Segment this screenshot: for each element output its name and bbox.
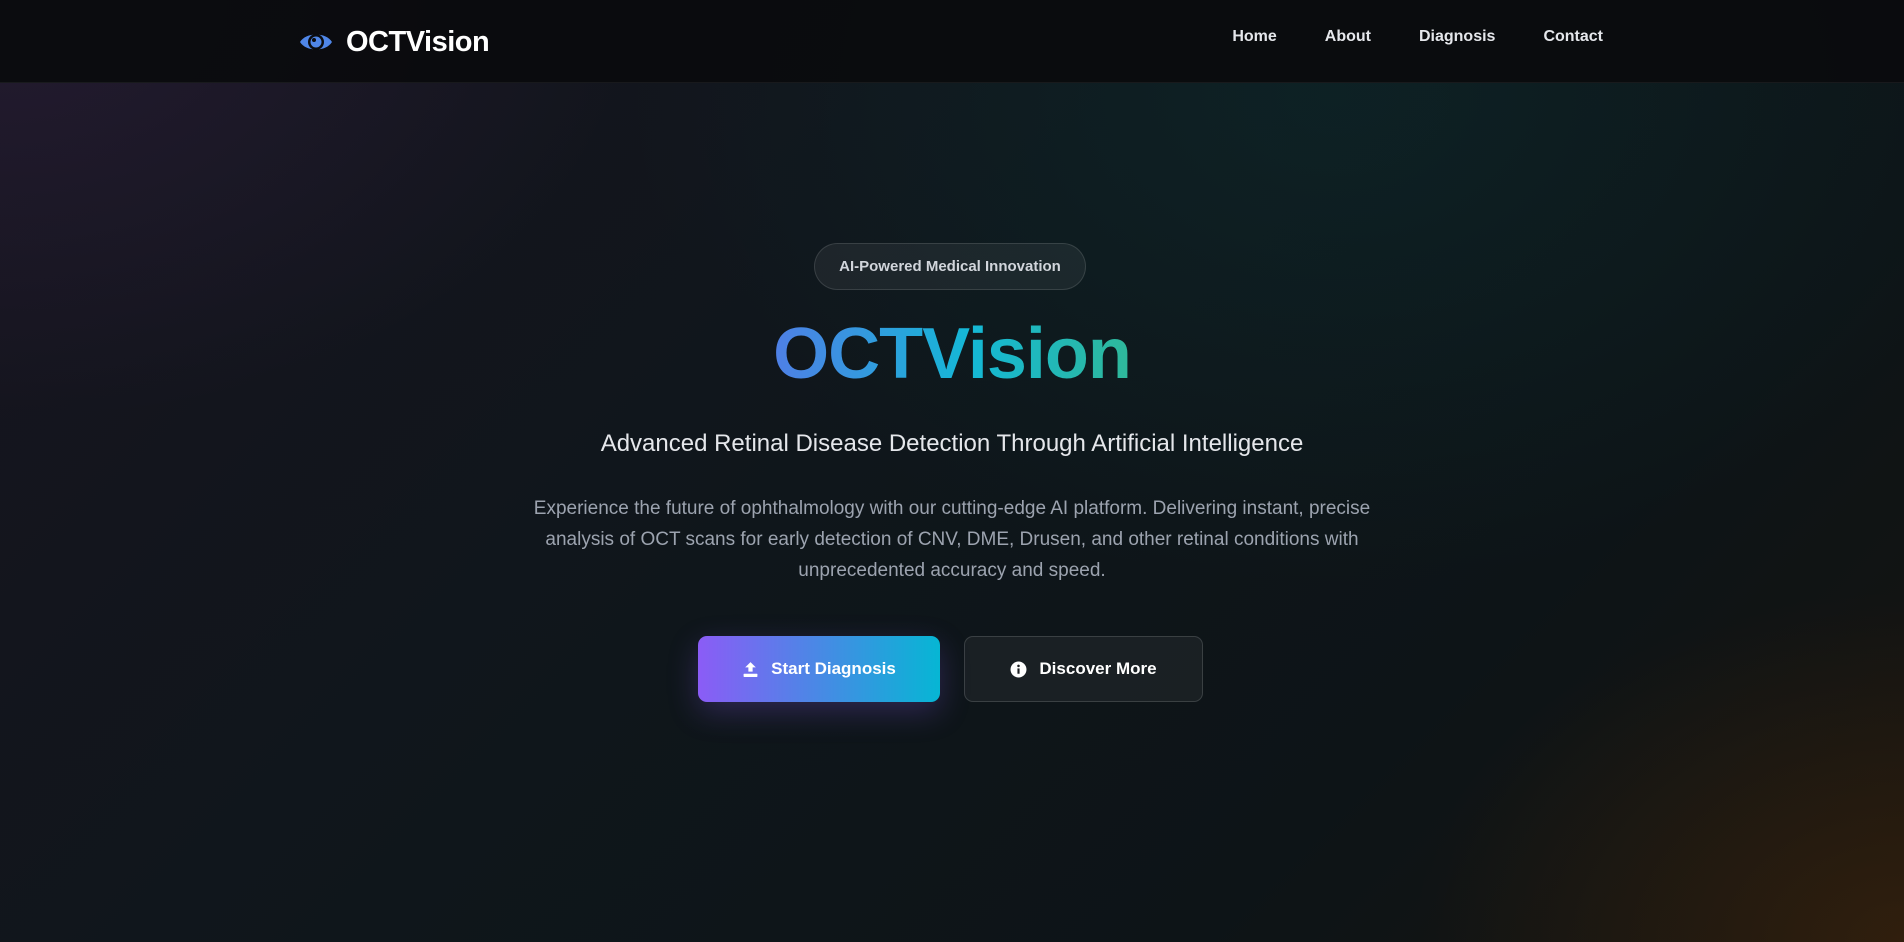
brand-name: OCTVision — [346, 25, 490, 58]
hero-title: OCTVision — [0, 318, 1904, 390]
hero-subtitle: Advanced Retinal Disease Detection Throu… — [600, 430, 1304, 457]
nav-diagnosis[interactable]: Diagnosis — [1419, 28, 1495, 46]
info-icon — [1010, 661, 1027, 678]
page-background — [0, 0, 1904, 942]
nav-about[interactable]: About — [1325, 28, 1371, 46]
nav-home[interactable]: Home — [1232, 28, 1276, 46]
nav-contact[interactable]: Contact — [1543, 28, 1603, 46]
start-diagnosis-label: Start Diagnosis — [771, 659, 896, 678]
discover-more-label: Discover More — [1039, 659, 1157, 678]
hero-description: Experience the future of ophthalmology w… — [533, 498, 1371, 581]
discover-more-button[interactable]: Discover More — [964, 636, 1203, 702]
top-navbar: OCTVision Home About Diagnosis Contact — [0, 0, 1904, 83]
hero-badge: AI-Powered Medical Innovation — [814, 243, 1086, 290]
upload-icon — [742, 661, 759, 678]
start-diagnosis-button[interactable]: Start Diagnosis — [698, 636, 940, 702]
main-nav: Home About Diagnosis Contact — [1232, 28, 1603, 46]
brand-logo[interactable]: OCTVision — [298, 22, 490, 62]
eye-icon — [298, 29, 334, 55]
hero-title-text: OCTVision — [773, 314, 1132, 394]
